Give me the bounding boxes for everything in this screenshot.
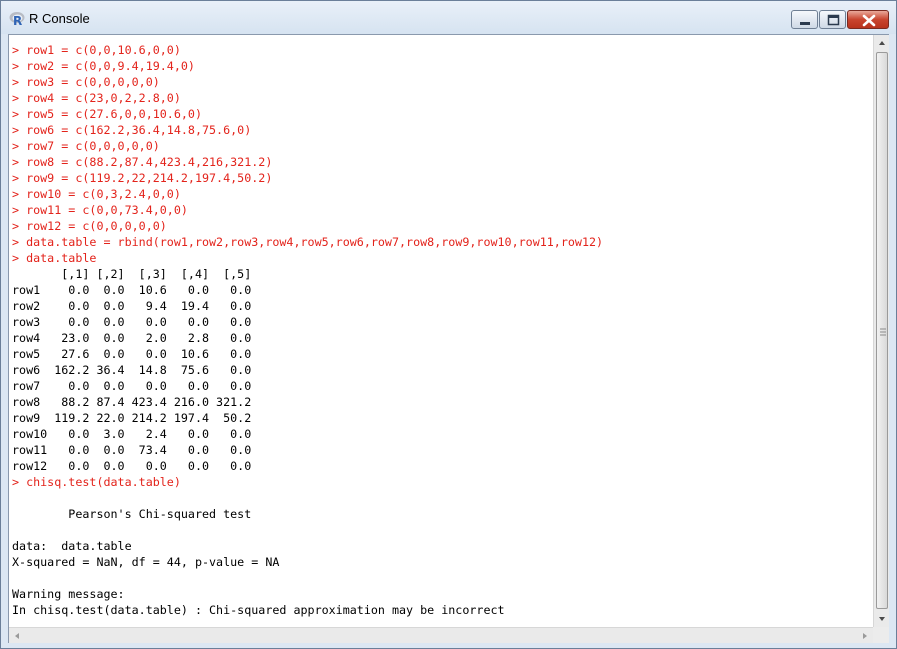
- console-input-line: > row11 = c(0,0,73.4,0,0): [12, 203, 188, 217]
- console-output-line: row3 0.0 0.0 0.0 0.0 0.0: [12, 315, 252, 329]
- scroll-down-arrow-icon[interactable]: [874, 611, 890, 627]
- scrollbar-corner: [873, 627, 889, 643]
- minimize-icon: [800, 22, 810, 25]
- horizontal-scrollbar[interactable]: [9, 627, 873, 643]
- console-input-line: > row1 = c(0,0,10.6,0,0): [12, 43, 181, 57]
- maximize-icon: [827, 14, 840, 26]
- close-button[interactable]: [847, 10, 889, 29]
- console-output-line: X-squared = NaN, df = 44, p-value = NA: [12, 555, 280, 569]
- minimize-button[interactable]: [791, 10, 818, 29]
- console-pane: > row1 = c(0,0,10.6,0,0) > row2 = c(0,0,9…: [8, 34, 889, 643]
- console-output-line: row8 88.2 87.4 423.4 216.0 321.2: [12, 395, 252, 409]
- window-title: R Console: [29, 11, 90, 26]
- console-output-line: row11 0.0 0.0 73.4 0.0 0.0: [12, 443, 252, 457]
- console-output-line: Pearson's Chi-squared test: [12, 507, 252, 521]
- console-output-line: row12 0.0 0.0 0.0 0.0 0.0: [12, 459, 252, 473]
- svg-text:R: R: [13, 14, 22, 26]
- console-input-line: > data.table: [12, 251, 97, 265]
- close-icon: [862, 14, 876, 27]
- scroll-up-arrow-icon[interactable]: [874, 35, 890, 51]
- vertical-scrollbar[interactable]: [873, 35, 889, 627]
- console-input-line: > data.table = rbind(row1,row2,row3,row4…: [12, 235, 604, 249]
- vertical-scroll-thumb[interactable]: [876, 52, 888, 609]
- console-output-line: In chisq.test(data.table) : Chi-squared …: [12, 603, 505, 617]
- console-input-line: > row6 = c(162.2,36.4,14.8,75.6,0): [12, 123, 252, 137]
- r-console-window: R R Console > row1 = c(0,0,10.6,0,0) > ro…: [0, 0, 897, 649]
- scroll-right-arrow-icon[interactable]: [857, 628, 873, 644]
- console-input-line: > row7 = c(0,0,0,0,0): [12, 139, 160, 153]
- console-input-line: > row12 = c(0,0,0,0,0): [12, 219, 167, 233]
- console-input-line: > row5 = c(27.6,0,0,10.6,0): [12, 107, 202, 121]
- console-input-line: > row3 = c(0,0,0,0,0): [12, 75, 160, 89]
- console-output-line: Warning message:: [12, 587, 125, 601]
- r-logo-icon: R: [9, 10, 25, 28]
- grip-icon: [880, 328, 886, 336]
- console-output-line: row9 119.2 22.0 214.2 197.4 50.2: [12, 411, 252, 425]
- console-output-line: row2 0.0 0.0 9.4 19.4 0.0: [12, 299, 252, 313]
- console-output-line: row6 162.2 36.4 14.8 75.6 0.0: [12, 363, 252, 377]
- console-output-line: row7 0.0 0.0 0.0 0.0 0.0: [12, 379, 252, 393]
- console-input-line: > row10 = c(0,3,2.4,0,0): [12, 187, 181, 201]
- console-input-line: > chisq.test(data.table): [12, 475, 181, 489]
- console-input-line: > row2 = c(0,0,9.4,19.4,0): [12, 59, 195, 73]
- console-output-area[interactable]: > row1 = c(0,0,10.6,0,0) > row2 = c(0,0,9…: [9, 35, 872, 627]
- console-output-line: [,1] [,2] [,3] [,4] [,5]: [12, 267, 252, 281]
- console-output-line: data: data.table: [12, 539, 132, 553]
- console-output-line: row1 0.0 0.0 10.6 0.0 0.0: [12, 283, 252, 297]
- console-input-line: > row9 = c(119.2,22,214.2,197.4,50.2): [12, 171, 273, 185]
- console-output-line: row10 0.0 3.0 2.4 0.0 0.0: [12, 427, 252, 441]
- scroll-left-arrow-icon[interactable]: [9, 628, 25, 644]
- console-input-line: > row8 = c(88.2,87.4,423.4,216,321.2): [12, 155, 273, 169]
- console-output-line: row4 23.0 0.0 2.0 2.8 0.0: [12, 331, 252, 345]
- console-output-line: row5 27.6 0.0 0.0 10.6 0.0: [12, 347, 252, 361]
- console-input-line: > row4 = c(23,0,2,2.8,0): [12, 91, 181, 105]
- title-bar[interactable]: R R Console: [1, 1, 896, 34]
- maximize-button[interactable]: [819, 10, 846, 29]
